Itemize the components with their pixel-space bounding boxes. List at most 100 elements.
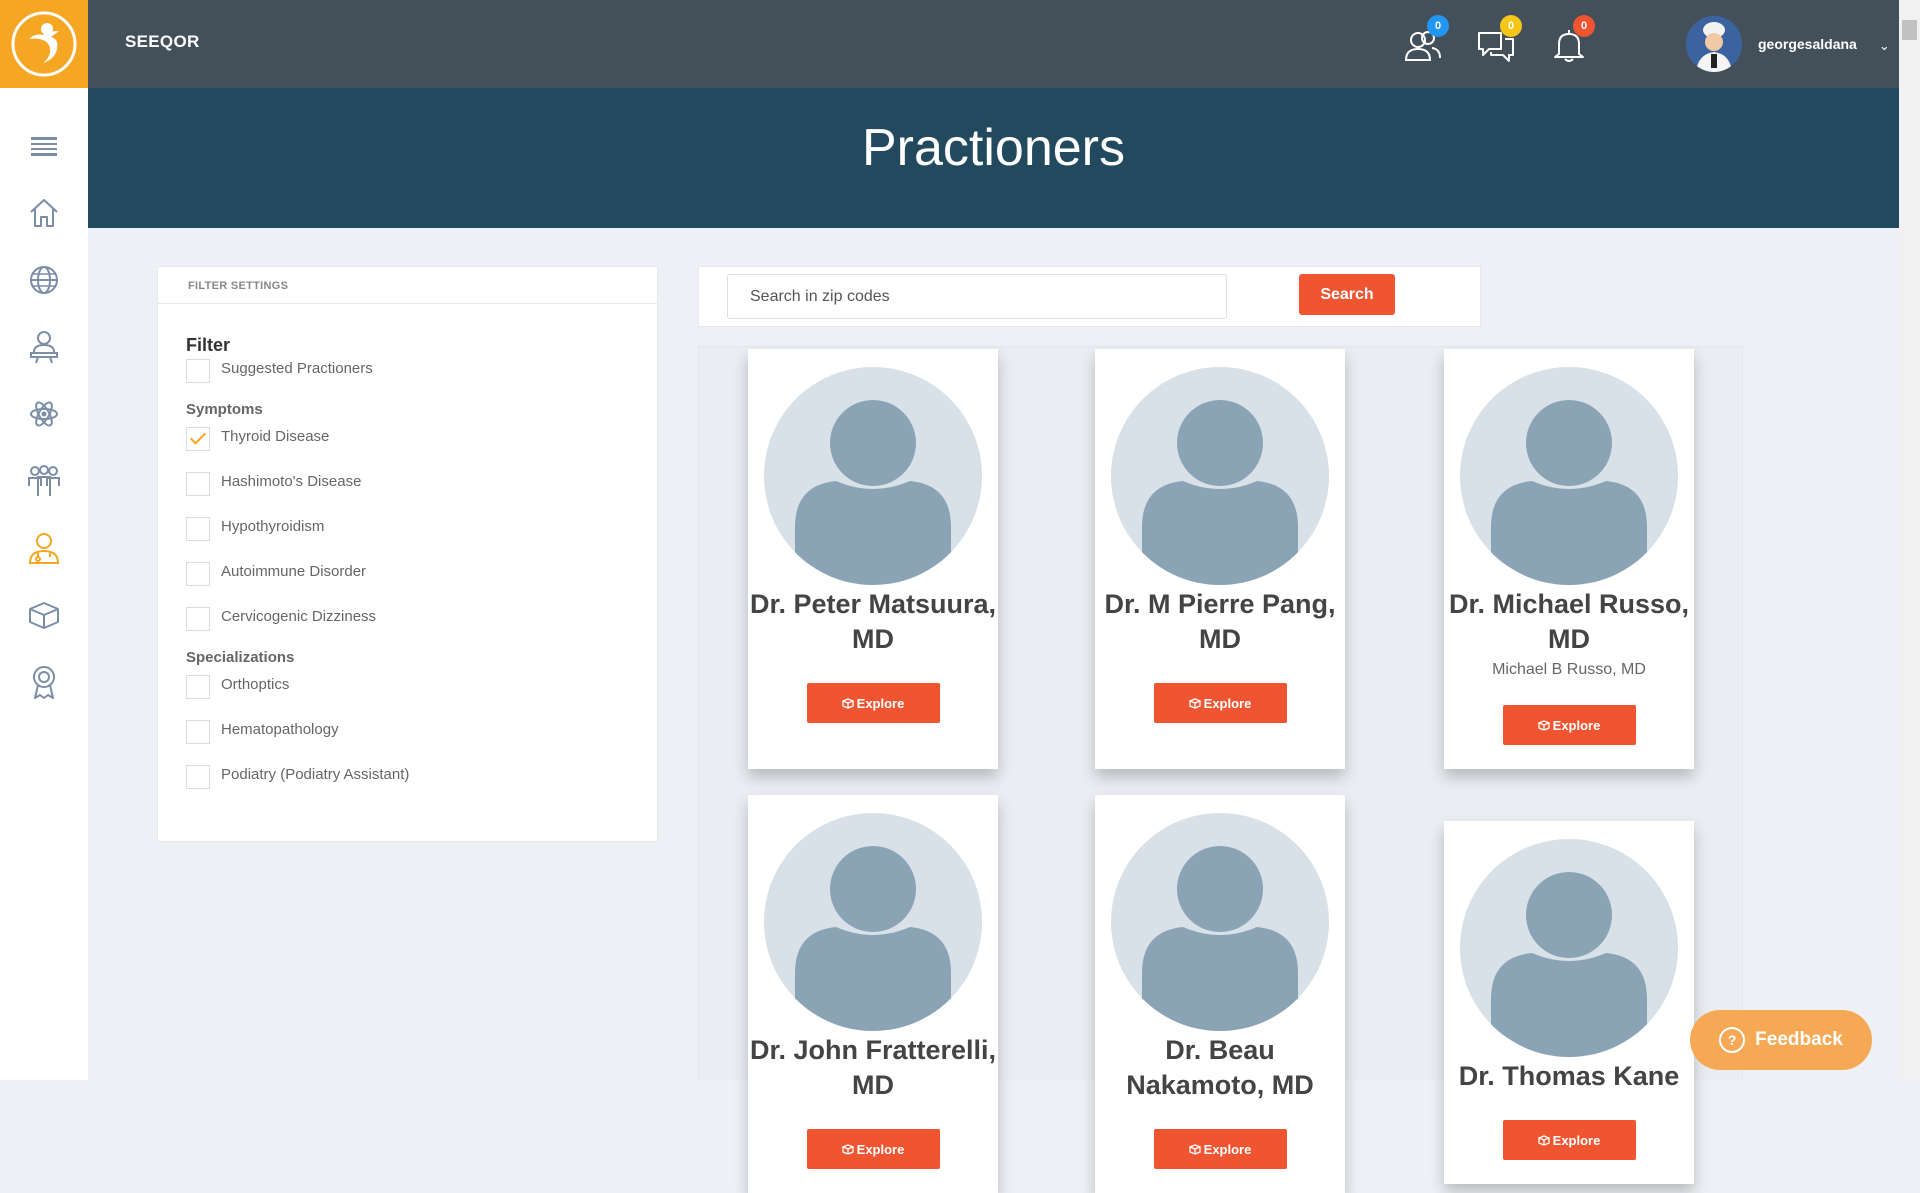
explore-button[interactable]: Explore [1153, 683, 1287, 723]
explore-label: Explore [1203, 1141, 1252, 1157]
checkbox[interactable] [186, 517, 210, 541]
practitioner-card[interactable]: Dr. Peter Matsuura, MD Explore [748, 349, 998, 769]
avatar [1686, 16, 1742, 72]
explore-label: Explore [1203, 695, 1252, 711]
person-icon [1142, 846, 1298, 1031]
explore-button[interactable]: Explore [806, 1129, 940, 1169]
filter-option[interactable]: Autoimmune Disorder [186, 561, 637, 606]
specializations-list: Orthoptics Hematopathology Podiatry (Podia… [186, 674, 637, 809]
symptoms-title: Symptoms [186, 401, 263, 418]
filter-option[interactable]: Orthoptics [186, 674, 637, 719]
avatar-placeholder-icon [1460, 839, 1678, 1057]
sidebar-item-award[interactable] [24, 662, 64, 702]
checkbox[interactable] [186, 720, 210, 744]
menu-icon [31, 137, 57, 156]
box-icon [1188, 697, 1201, 709]
practitioner-card[interactable]: Dr. Michael Russo, MD Michael B Russo, MD… [1444, 349, 1694, 769]
filter-title: Filter [186, 335, 231, 355]
user-menu[interactable]: georgesaldana ⌄ [1686, 16, 1890, 72]
checkbox[interactable] [186, 675, 210, 699]
app-logo[interactable] [0, 0, 88, 88]
page-banner: Practioners [88, 88, 1899, 228]
group-icon [28, 465, 60, 496]
doctor-icon [28, 533, 60, 564]
search-bar: Search [698, 266, 1481, 327]
symptoms-list: Thyroid Disease Hashimoto's Disease Hypoth… [186, 426, 637, 651]
practitioner-card[interactable]: Dr. M Pierre Pang, MD Explore [1095, 349, 1345, 769]
filter-suggested-practitioners[interactable]: Suggested Practioners [186, 358, 637, 403]
checkbox[interactable] [186, 765, 210, 789]
practitioner-name: Dr. Michael Russo, MD [1448, 589, 1690, 654]
person-icon [795, 846, 951, 1031]
connections-badge: 0 [1427, 15, 1449, 37]
avatar-image [1686, 16, 1742, 72]
checkbox-label: Cervicogenic Dizziness [221, 608, 377, 625]
messages-button[interactable]: 0 [1474, 15, 1522, 68]
award-icon [33, 666, 55, 699]
scrollbar-thumb[interactable] [1902, 20, 1917, 40]
practitioner-grid: Dr. Peter Matsuura, MD Explore Dr. M Pierr… [698, 346, 1743, 1193]
practitioner-name: Dr. M Pierre Pang, MD [1104, 589, 1336, 654]
feedback-label: Feedback [1755, 1029, 1843, 1050]
connections-button[interactable]: 0 [1401, 15, 1449, 68]
avatar-placeholder-icon [764, 813, 982, 1031]
explore-button[interactable]: Explore [1502, 1120, 1636, 1160]
filter-option[interactable]: Cervicogenic Dizziness [186, 606, 637, 651]
page-title: Practioners [862, 119, 1125, 177]
person-icon [795, 400, 951, 585]
practitioner-name: Dr. Peter Matsuura, MD [749, 589, 997, 654]
feedback-button[interactable]: ? Feedback [1690, 1010, 1872, 1070]
practitioner-card[interactable]: Dr. Beau Nakamoto, MD Explore [1095, 795, 1345, 1193]
checkbox-label: Hypothyroidism [221, 518, 325, 535]
brand-name: SEEQOR [125, 32, 200, 51]
chevron-down-icon[interactable]: ⌄ [1879, 38, 1890, 54]
username: georgesaldana [1758, 36, 1857, 52]
explore-button[interactable]: Explore [1502, 705, 1636, 745]
practitioner-icon [30, 331, 58, 364]
sidebar [0, 88, 88, 1080]
checkbox[interactable] [186, 562, 210, 586]
page-scrollbar[interactable] [1899, 0, 1920, 1080]
atom-icon [30, 401, 58, 427]
filter-option[interactable]: Podiatry (Podiatry Assistant) [186, 764, 637, 809]
filter-option[interactable]: Hematopathology [186, 719, 637, 764]
person-icon [1491, 400, 1647, 585]
checkbox[interactable] [186, 359, 210, 383]
checkbox-checked[interactable] [186, 427, 210, 451]
sidebar-item-group[interactable] [24, 461, 64, 501]
avatar-placeholder-icon [1460, 367, 1678, 585]
avatar-placeholder-icon [764, 367, 982, 585]
sidebar-item-atom[interactable] [24, 394, 64, 434]
practitioner-card[interactable]: Dr. Thomas Kane Explore [1444, 821, 1694, 1184]
sidebar-item-box[interactable] [24, 595, 64, 635]
avatar-placeholder-icon [1111, 813, 1329, 1031]
explore-button[interactable]: Explore [806, 683, 940, 723]
practitioner-card[interactable]: Dr. John Fratterelli, MD Explore [748, 795, 998, 1193]
sidebar-item-globe[interactable] [24, 260, 64, 300]
notifications-button[interactable]: 0 [1547, 15, 1595, 68]
explore-button[interactable]: Explore [1153, 1129, 1287, 1169]
checkbox[interactable] [186, 472, 210, 496]
search-button[interactable]: Search [1299, 274, 1395, 315]
checkbox-label: Podiatry (Podiatry Assistant) [221, 766, 410, 783]
box-icon [1188, 1143, 1201, 1155]
box-icon [1537, 719, 1550, 731]
filter-option[interactable]: Thyroid Disease [186, 426, 637, 471]
globe-icon [30, 266, 58, 294]
filter-option[interactable]: Hypothyroidism [186, 516, 637, 561]
practitioner-name: Dr. Beau Nakamoto, MD [1126, 1035, 1314, 1100]
sidebar-item-menu[interactable] [24, 126, 64, 166]
top-bar: SEEQOR 0 0 0 georgesaldana ⌄ [0, 0, 1899, 88]
checkbox-label: Thyroid Disease [221, 428, 330, 445]
explore-label: Explore [1552, 717, 1601, 733]
home-icon [30, 199, 58, 227]
practitioner-name: Dr. John Fratterelli, MD [749, 1035, 997, 1100]
filter-option[interactable]: Hashimoto's Disease [186, 471, 637, 516]
explore-label: Explore [856, 695, 905, 711]
checkbox[interactable] [186, 607, 210, 631]
sidebar-item-practitioner[interactable] [24, 327, 64, 367]
sidebar-item-doctors[interactable] [24, 528, 64, 568]
box-icon [1537, 1134, 1550, 1146]
zip-search-input[interactable] [727, 274, 1227, 319]
sidebar-item-home[interactable] [24, 193, 64, 233]
